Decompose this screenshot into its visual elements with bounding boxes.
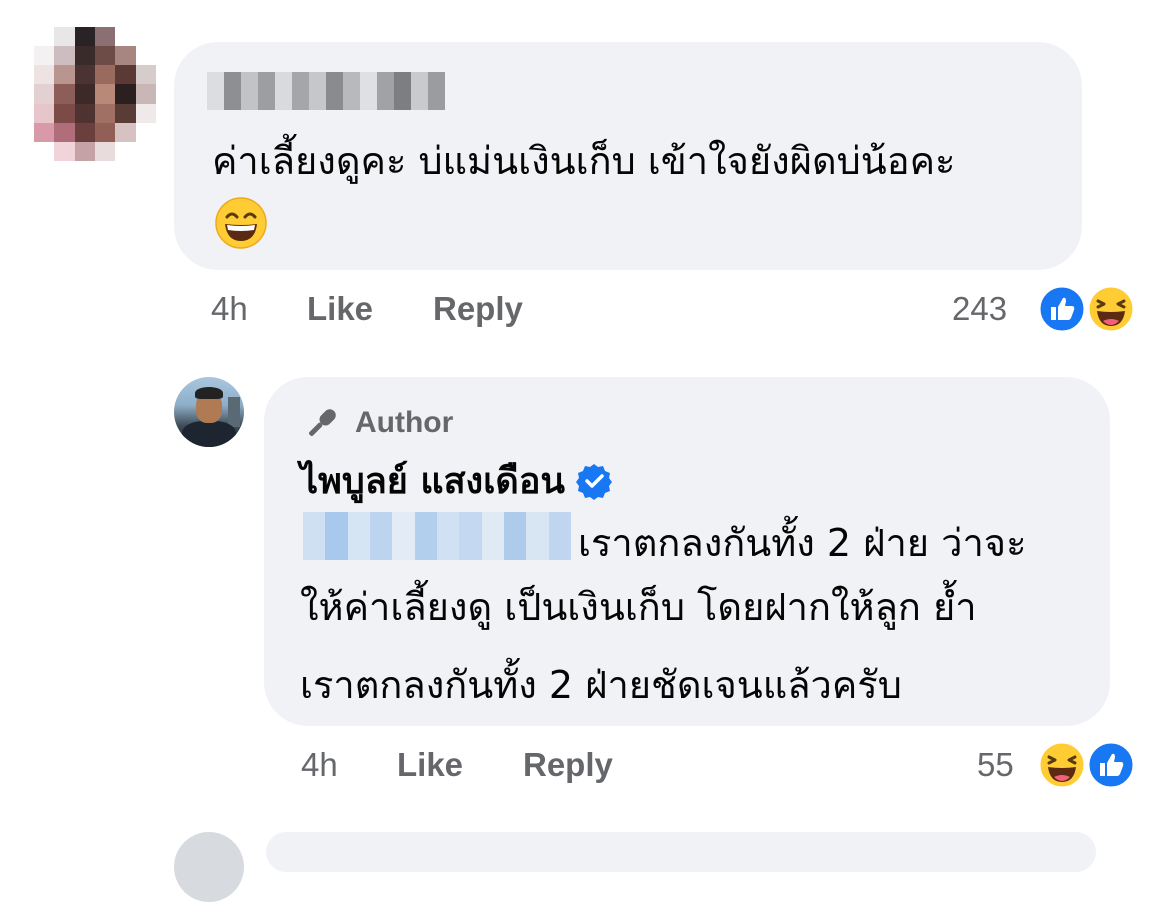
commenter-name-blurred[interactable] bbox=[207, 72, 445, 110]
grinning-face-emoji-icon bbox=[215, 197, 267, 249]
author-name-row: ไพบูลย์ แสงเดือน bbox=[300, 452, 613, 509]
verified-badge-icon bbox=[576, 463, 613, 500]
microphone-icon bbox=[309, 409, 336, 436]
reply-button[interactable]: Reply bbox=[523, 746, 613, 784]
reply-text-line-2: ให้ค่าเลี้ยงดู เป็นเงินเก็บ โดยฝากให้ลูก… bbox=[300, 585, 977, 629]
reaction-count[interactable]: 243 bbox=[952, 290, 1007, 328]
like-button[interactable]: Like bbox=[397, 746, 463, 784]
author-avatar[interactable] bbox=[174, 377, 244, 447]
reaction-count[interactable]: 55 bbox=[977, 746, 1014, 784]
author-name[interactable]: ไพบูลย์ แสงเดือน bbox=[300, 452, 565, 509]
author-badge-label: Author bbox=[355, 406, 454, 439]
author-badge: Author bbox=[303, 404, 453, 442]
mention-blurred[interactable] bbox=[303, 512, 571, 560]
haha-reaction-icon[interactable] bbox=[1086, 284, 1136, 334]
next-comment-bubble bbox=[266, 832, 1096, 872]
haha-reaction-icon[interactable] bbox=[1037, 740, 1087, 790]
comment-timestamp[interactable]: 4h bbox=[211, 290, 248, 328]
like-button[interactable]: Like bbox=[307, 290, 373, 328]
reply-text-line-3: เราตกลงกันทั้ง 2 ฝ่ายชัดเจนแล้วครับ bbox=[300, 663, 902, 707]
comment-text: ค่าเลี้ยงดูคะ บ่แม่นเงินเก็บ เข้าใจยังผิ… bbox=[212, 139, 956, 183]
like-reaction-icon[interactable] bbox=[1037, 284, 1087, 334]
reply-timestamp[interactable]: 4h bbox=[301, 746, 338, 784]
commenter-avatar[interactable] bbox=[34, 27, 156, 161]
like-reaction-icon[interactable] bbox=[1086, 740, 1136, 790]
reply-text-line-1: เราตกลงกันทั้ง 2 ฝ่าย ว่าจะ bbox=[578, 521, 1027, 565]
reply-button[interactable]: Reply bbox=[433, 290, 523, 328]
